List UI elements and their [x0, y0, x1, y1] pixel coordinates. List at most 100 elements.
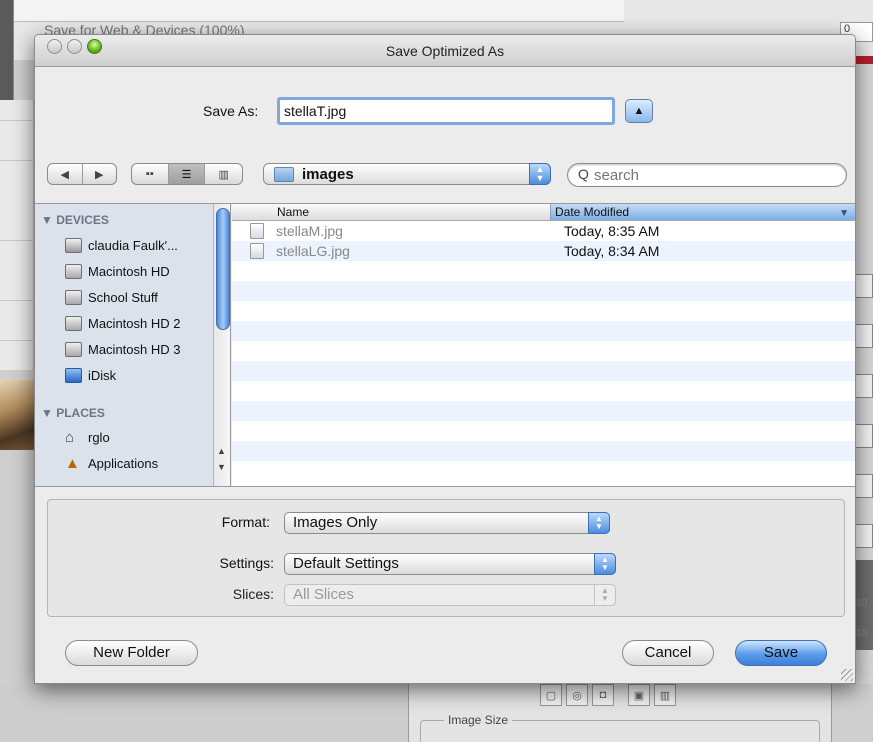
file-row[interactable]: stellaLG.jpg Today, 8:34 AM	[232, 241, 855, 261]
search-icon: Q	[578, 166, 589, 182]
background-left-strip	[0, 0, 14, 100]
hard-disk-icon	[65, 315, 82, 331]
search-input[interactable]	[594, 166, 834, 184]
icon-view-button[interactable]: ▪▪	[132, 164, 169, 184]
empty-row	[232, 381, 855, 401]
file-list-header: Name Date Modified ▼	[232, 204, 855, 221]
dialog-titlebar: Save Optimized As	[35, 35, 855, 67]
file-list: Name Date Modified ▼ stellaM.jpg Today, …	[232, 204, 855, 486]
sidebar: ▼ DEVICES claudia Faulk'... Macintosh HD…	[35, 204, 231, 486]
file-name: stellaLG.jpg	[276, 243, 350, 259]
view-mode-control: ▪▪ ☰ ▥	[131, 163, 243, 185]
scroll-up-icon[interactable]: ▲	[217, 446, 226, 456]
background-number: 10	[856, 628, 868, 639]
sidebar-item-rglo[interactable]: ⌂ rglo	[65, 426, 110, 448]
column-view-button[interactable]: ▥	[205, 164, 242, 184]
collapse-browser-button[interactable]: ▲	[625, 99, 653, 123]
slices-value: All Slices	[293, 586, 354, 603]
sidebar-item-macintosh-hd-3[interactable]: Macintosh HD 3	[65, 338, 180, 360]
save-as-row: Save As: ▲	[35, 97, 855, 125]
scroll-down-icon[interactable]: ▼	[217, 462, 226, 472]
format-value: Images Only	[293, 514, 378, 531]
popup-arrows-icon: ▲ ▼	[594, 584, 616, 606]
dialog-title: Save Optimized As	[385, 43, 505, 59]
search-field[interactable]: Q	[567, 163, 847, 187]
folder-icon	[274, 167, 294, 182]
empty-row	[232, 401, 855, 421]
hard-disk-icon	[65, 289, 82, 305]
list-view-icon: ☰	[181, 168, 192, 181]
new-layer-tool-icon[interactable]: ▣	[628, 684, 650, 706]
sidebar-item-applications[interactable]: ▲ Applications	[65, 452, 158, 474]
file-date: Today, 8:34 AM	[564, 243, 660, 259]
empty-row	[232, 441, 855, 461]
date-modified-column-label: Date Modified	[555, 205, 630, 219]
jpg-file-icon	[250, 243, 264, 259]
empty-row	[232, 301, 855, 321]
back-button[interactable]: ◀	[48, 164, 83, 184]
computer-icon	[65, 237, 82, 253]
new-folder-button[interactable]: New Folder	[65, 640, 198, 666]
sidebar-item-macintosh-hd-2[interactable]: Macintosh HD 2	[65, 312, 180, 334]
save-options-group: Format: Images Only ▲ ▼ Settings: Default…	[47, 499, 845, 617]
settings-label: Settings:	[219, 555, 274, 571]
sidebar-item-label: claudia Faulk'...	[88, 237, 178, 253]
hard-disk-icon	[65, 341, 82, 357]
location-popup[interactable]: images ▲ ▼	[263, 163, 551, 185]
sidebar-scrollbar[interactable]: ▲ ▼	[213, 204, 230, 486]
popup-arrows-icon: ▲ ▼	[588, 512, 610, 534]
cancel-button[interactable]: Cancel	[622, 640, 714, 666]
browser-toolbar: ◀ ▶ ▪▪ ☰ ▥ images ▲ ▼ Q	[47, 163, 847, 189]
save-as-filename-input[interactable]	[277, 97, 615, 125]
location-label: images	[302, 166, 354, 183]
sidebar-item-idisk[interactable]: iDisk	[65, 364, 116, 386]
triangle-up-icon: ▲	[633, 105, 645, 117]
sidebar-places-heading[interactable]: ▼ PLACES	[41, 406, 105, 420]
forward-arrow-icon: ▶	[95, 168, 104, 181]
background-panel-cell	[853, 524, 873, 548]
sidebar-item-claudia[interactable]: claudia Faulk'...	[65, 234, 178, 256]
sidebar-item-macintosh-hd[interactable]: Macintosh HD	[65, 260, 170, 282]
forward-button[interactable]: ▶	[83, 164, 117, 184]
background-photo-thumbnail	[0, 380, 34, 450]
sidebar-item-label: Macintosh HD 3	[88, 341, 181, 357]
background-panel-cell	[853, 424, 873, 448]
background-tool-row: ▢ ◎ ◘ ▣ ▥	[540, 684, 676, 708]
sidebar-item-label: Applications	[88, 455, 159, 471]
format-popup[interactable]: Images Only ▲ ▼	[284, 512, 610, 534]
date-modified-column-header[interactable]: Date Modified ▼	[550, 204, 855, 220]
empty-row	[232, 341, 855, 361]
sidebar-devices-heading[interactable]: ▼ DEVICES	[41, 213, 109, 227]
trash-tool-icon[interactable]: ▥	[654, 684, 676, 706]
file-row[interactable]: stellaM.jpg Today, 8:35 AM	[232, 221, 855, 241]
background-number: 10	[856, 598, 868, 609]
save-button[interactable]: Save	[735, 640, 827, 666]
sidebar-item-label: School Stuff	[88, 289, 158, 305]
file-name: stellaM.jpg	[276, 223, 343, 239]
name-column-header[interactable]: Name	[277, 205, 309, 219]
idisk-icon	[65, 367, 82, 383]
crop-tool-icon[interactable]: ▢	[540, 684, 562, 706]
hard-disk-icon	[65, 263, 82, 279]
cube-tool-icon[interactable]: ◎	[566, 684, 588, 706]
format-label: Format:	[221, 514, 270, 530]
sidebar-item-label: iDisk	[88, 367, 117, 383]
empty-row	[232, 461, 855, 481]
save-as-label: Save As:	[203, 103, 259, 119]
settings-popup[interactable]: Default Settings ▲ ▼	[284, 553, 616, 575]
list-view-button[interactable]: ☰	[168, 164, 206, 184]
slices-label: Slices:	[232, 586, 274, 602]
column-view-icon: ▥	[218, 168, 229, 181]
lock-tool-icon[interactable]: ◘	[592, 684, 614, 706]
sidebar-item-school-stuff[interactable]: School Stuff	[65, 286, 158, 308]
empty-row	[232, 281, 855, 301]
resize-grip-icon[interactable]	[841, 669, 853, 681]
background-document-bar	[14, 0, 624, 22]
file-date: Today, 8:35 AM	[564, 223, 660, 239]
slices-popup[interactable]: All Slices ▲ ▼	[284, 584, 616, 606]
sidebar-item-label: Macintosh HD 2	[88, 315, 181, 331]
sidebar-item-label: rglo	[88, 429, 110, 445]
empty-row	[232, 261, 855, 281]
sidebar-scroll-thumb[interactable]	[216, 208, 230, 330]
settings-value: Default Settings	[293, 555, 399, 572]
